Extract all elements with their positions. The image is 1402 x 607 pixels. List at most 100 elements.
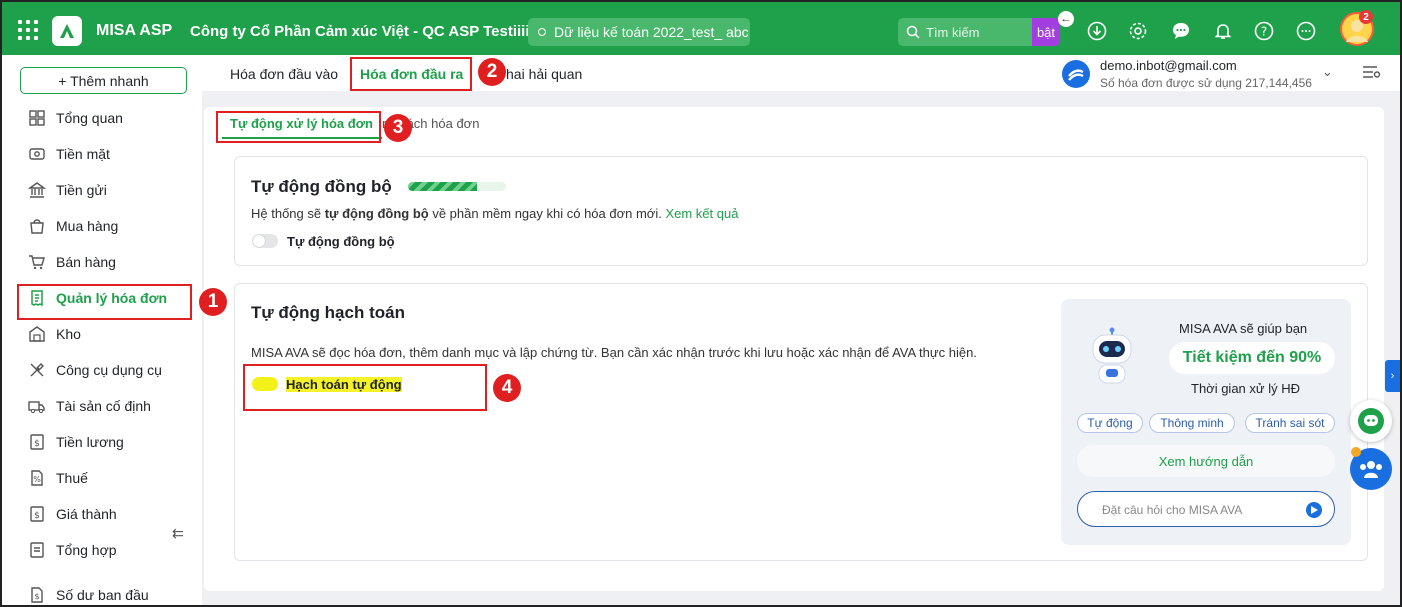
community-dot-badge <box>1351 447 1361 457</box>
tax-icon: % <box>31 470 43 486</box>
back-arrow-icon[interactable]: ← <box>1058 11 1074 27</box>
column-settings-icon[interactable] <box>1362 64 1382 83</box>
app-name: MISA ASP <box>96 22 173 39</box>
auto-sync-title: Tự động đồng bộ <box>251 177 392 196</box>
sidebar-item-4[interactable]: Bán hàng <box>28 252 116 272</box>
send-icon[interactable] <box>1306 502 1322 518</box>
shopping-bag-icon <box>30 219 44 234</box>
search-icon <box>906 25 920 39</box>
ava-ask-placeholder: Đặt câu hỏi cho MISA AVA <box>1102 503 1243 517</box>
dashboard-icon <box>29 110 45 126</box>
download-icon[interactable] <box>1086 20 1108 42</box>
sidebar-item-13[interactable]: $ Số dư ban đầu <box>28 585 149 605</box>
ava-tag-error-free: Tránh sai sót <box>1245 413 1335 433</box>
sidebar-item-label: Tổng quan <box>56 110 123 126</box>
ava-robot-icon <box>1087 327 1137 388</box>
ava-intro-text: MISA AVA sẽ giúp bạn <box>1179 321 1308 336</box>
sidebar-item-12[interactable]: Tổng hợp <box>28 540 117 560</box>
ava-ask-input[interactable]: Đặt câu hỏi cho MISA AVA <box>1077 491 1335 527</box>
sidebar-item-2[interactable]: Tiền gửi <box>28 180 107 200</box>
account-email: demo.inbot@gmail.com <box>1100 58 1237 73</box>
bank-icon <box>28 182 46 198</box>
search-toggle-tag[interactable]: bật <box>1032 18 1060 46</box>
sidebar-item-8[interactable]: Tài sản cố định <box>28 396 151 416</box>
cash-icon <box>29 148 45 160</box>
annotation-number-2: 2 <box>478 58 506 86</box>
sync-progress-bar <box>408 182 506 191</box>
more-options-icon[interactable] <box>1295 20 1317 42</box>
chatbot-icon[interactable] <box>1350 400 1392 442</box>
top-bar: MISA ASP Công ty Cổ Phần Cảm xúc Việt - … <box>0 0 1402 55</box>
annotation-box-3 <box>216 111 381 143</box>
tools-icon <box>30 363 44 377</box>
sidebar-item-label: Công cụ dụng cụ <box>56 362 162 378</box>
ava-tag-automatic: Tự động <box>1077 413 1143 433</box>
settings-gear-icon[interactable] <box>1127 20 1149 42</box>
tab-customs[interactable]: hai hải quan <box>506 66 582 82</box>
auto-sync-toggle[interactable] <box>252 234 278 248</box>
expand-right-panel-icon[interactable]: › <box>1385 360 1400 392</box>
summary-icon <box>30 542 44 558</box>
auto-accounting-title: Tự động hạch toán <box>251 303 405 322</box>
sidebar-item-0[interactable]: Tổng quan <box>28 108 123 128</box>
sidebar-item-label: Tài sản cố định <box>56 398 151 414</box>
ava-guide-button[interactable]: Xem hướng dẫn <box>1077 445 1335 477</box>
chevron-down-icon[interactable]: ⌄ <box>1322 64 1333 80</box>
view-results-link[interactable]: Xem kết quả <box>665 206 738 221</box>
salary-icon: $ <box>30 434 44 450</box>
ava-assistant-panel: MISA AVA sẽ giúp bạn Tiết kiệm đến 90% T… <box>1061 299 1351 545</box>
sidebar-item-label: Tổng hợp <box>56 542 117 558</box>
svg-text:%: % <box>33 475 41 484</box>
sidebar-item-label: Số dư ban đầu <box>56 587 149 603</box>
ava-processing-time-text: Thời gian xử lý HĐ <box>1191 381 1300 396</box>
sidebar-item-10[interactable]: % Thuế <box>28 468 88 488</box>
database-selector[interactable]: Dữ liệu kế toán 2022_test_ abc <box>528 18 750 46</box>
account-logo-icon <box>1062 60 1090 88</box>
annotation-box-1 <box>17 284 192 320</box>
invoice-usage-count: Số hóa đơn được sử dụng 217,144,456 <box>1100 76 1312 90</box>
auto-sync-description: Hệ thống sẽ tự động đồng bộ về phần mềm … <box>251 206 739 221</box>
collapse-sidebar-icon[interactable]: ⇇ <box>172 525 184 542</box>
sidebar-item-6[interactable]: Kho <box>28 324 81 344</box>
sidebar-item-9[interactable]: $ Tiền lương <box>28 432 124 452</box>
sidebar-item-label: Bán hàng <box>56 254 116 270</box>
sidebar-item-3[interactable]: Mua hàng <box>28 216 118 236</box>
annotation-number-3: 3 <box>384 114 412 142</box>
sidebar-item-11[interactable]: $ Giá thành <box>28 504 117 524</box>
notification-badge: 2 <box>1359 10 1373 24</box>
opening-balance-icon: $ <box>31 587 43 603</box>
warehouse-icon <box>29 326 45 342</box>
quick-add-button[interactable]: + Thêm nhanh <box>20 67 187 94</box>
chat-icon[interactable] <box>1170 20 1192 42</box>
svg-text:$: $ <box>34 592 39 601</box>
app-grid-icon[interactable] <box>18 20 38 40</box>
bell-icon[interactable] <box>1212 20 1234 42</box>
annotation-box-2 <box>350 57 472 91</box>
annotation-number-4: 4 <box>493 374 521 402</box>
cost-icon: $ <box>30 506 44 522</box>
sidebar-item-label: Mua hàng <box>56 218 119 234</box>
truck-icon <box>28 401 45 414</box>
sidebar-item-label: Giá thành <box>56 506 117 522</box>
misa-logo-icon <box>52 16 82 46</box>
svg-text:$: $ <box>34 511 40 521</box>
sidebar-item-label: Thuế <box>56 470 88 486</box>
sidebar-item-label: Kho <box>56 326 81 342</box>
help-icon[interactable]: ? <box>1253 20 1275 42</box>
company-name[interactable]: Công ty Cổ Phần Cảm xúc Việt - QC ASP Te… <box>190 23 530 40</box>
sidebar-item-label: Tiền lương <box>56 434 124 450</box>
database-dot-icon <box>538 28 546 36</box>
annotation-box-4 <box>243 364 487 411</box>
auto-accounting-description: MISA AVA sẽ đọc hóa đơn, thêm danh mục v… <box>251 345 977 360</box>
sidebar-item-7[interactable]: Công cụ dụng cụ <box>28 360 162 380</box>
sidebar-item-1[interactable]: Tiền mặt <box>28 144 110 164</box>
sidebar-item-label: Tiền gửi <box>56 182 107 198</box>
ava-savings-highlight: Tiết kiệm đến 90% <box>1169 342 1335 374</box>
svg-text:$: $ <box>34 439 40 449</box>
tab-input-invoices[interactable]: Hóa đơn đầu vào <box>230 66 338 82</box>
cart-icon <box>29 255 45 270</box>
search-box[interactable]: Tìm kiếm bật <box>898 18 1060 46</box>
database-label: Dữ liệu kế toán 2022_test_ abc <box>554 24 749 40</box>
auto-sync-toggle-label: Tự động đồng bộ <box>287 234 395 249</box>
sidebar-item-label: Tiền mặt <box>56 146 110 162</box>
